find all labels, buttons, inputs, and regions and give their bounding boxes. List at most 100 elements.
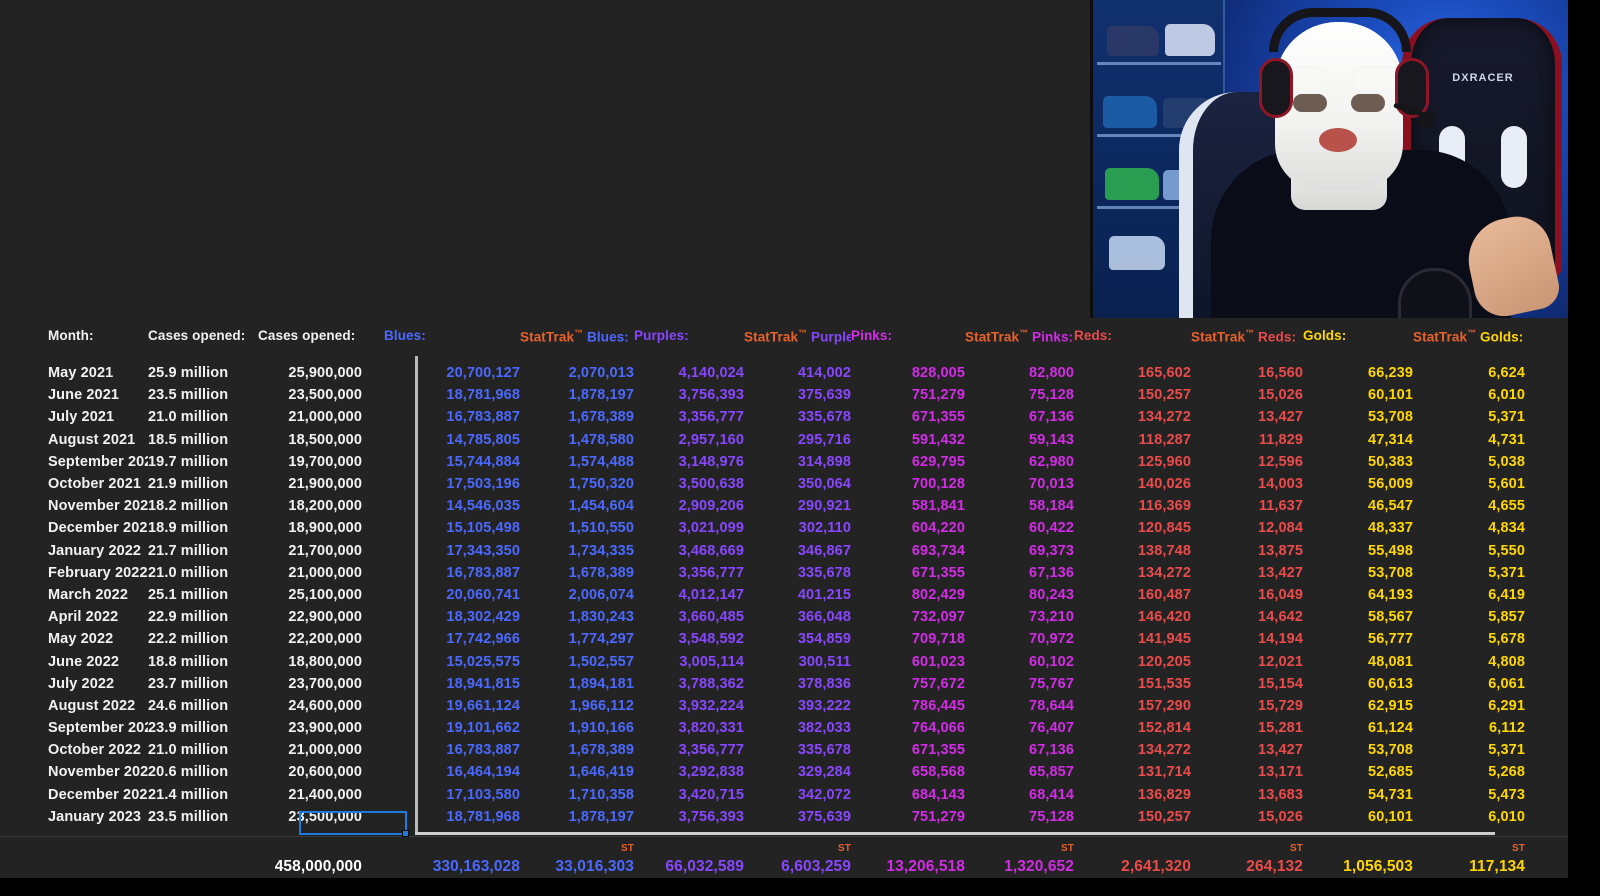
cell-st_purples[interactable]: 378,836 <box>744 676 851 692</box>
cell-st_blues[interactable]: 1,678,389 <box>520 742 634 758</box>
cell-cases_m[interactable]: 22.2 million <box>148 631 258 647</box>
cell-cases_n[interactable]: 23,700,000 <box>258 676 370 692</box>
cell-cases_m[interactable]: 21.0 million <box>148 742 258 758</box>
total-golds[interactable]: 1,056,503 <box>1303 858 1413 876</box>
cell-blues[interactable]: 15,105,498 <box>384 520 520 536</box>
cell-blues[interactable]: 15,744,884 <box>384 454 520 470</box>
cell-st_reds[interactable]: 14,194 <box>1191 631 1303 647</box>
cell-month[interactable]: April 2022 <box>0 609 148 625</box>
cell-golds[interactable]: 66,239 <box>1303 365 1413 381</box>
cell-blues[interactable]: 17,103,580 <box>384 787 520 803</box>
cell-reds[interactable]: 150,257 <box>1074 387 1191 403</box>
cell-st_blues[interactable]: 1,478,580 <box>520 432 634 448</box>
cell-purples[interactable]: 3,500,638 <box>634 476 744 492</box>
cell-reds[interactable]: 131,714 <box>1074 764 1191 780</box>
cell-blues[interactable]: 15,025,575 <box>384 654 520 670</box>
cell-cases_n[interactable]: 20,600,000 <box>258 764 370 780</box>
cell-st_purples[interactable]: 393,222 <box>744 698 851 714</box>
cell-st_golds[interactable]: 4,655 <box>1413 498 1525 514</box>
cell-pinks[interactable]: 671,355 <box>851 565 965 581</box>
cell-golds[interactable]: 47,314 <box>1303 432 1413 448</box>
cell-month[interactable]: October 2022 <box>0 742 148 758</box>
cell-golds[interactable]: 53,708 <box>1303 409 1413 425</box>
cell-st_golds[interactable]: 4,834 <box>1413 520 1525 536</box>
cell-st_pinks[interactable]: 60,102 <box>965 654 1074 670</box>
cell-cases_m[interactable]: 23.5 million <box>148 387 258 403</box>
cell-st_blues[interactable]: 1,574,488 <box>520 454 634 470</box>
cell-st_reds[interactable]: 12,084 <box>1191 520 1303 536</box>
cell-month[interactable]: September 2022 <box>0 720 148 736</box>
cell-month[interactable]: May 2022 <box>0 631 148 647</box>
cell-st_golds[interactable]: 5,550 <box>1413 543 1525 559</box>
cell-st_purples[interactable]: 346,867 <box>744 543 851 559</box>
cell-st_purples[interactable]: 329,284 <box>744 764 851 780</box>
cell-blues[interactable]: 18,781,968 <box>384 387 520 403</box>
cell-purples[interactable]: 3,356,777 <box>634 409 744 425</box>
cell-st_purples[interactable]: 314,898 <box>744 454 851 470</box>
cell-st_golds[interactable]: 6,010 <box>1413 387 1525 403</box>
cell-st_blues[interactable]: 1,878,197 <box>520 387 634 403</box>
cell-reds[interactable]: 120,845 <box>1074 520 1191 536</box>
cell-reds[interactable]: 150,257 <box>1074 809 1191 825</box>
cell-month[interactable]: September 2021 <box>0 454 148 470</box>
cell-month[interactable]: June 2021 <box>0 387 148 403</box>
cell-st_reds[interactable]: 15,026 <box>1191 387 1303 403</box>
cell-cases_m[interactable]: 25.9 million <box>148 365 258 381</box>
cell-blues[interactable]: 16,464,194 <box>384 764 520 780</box>
cell-reds[interactable]: 157,290 <box>1074 698 1191 714</box>
cell-st_pinks[interactable]: 58,184 <box>965 498 1074 514</box>
cell-cases_m[interactable]: 20.6 million <box>148 764 258 780</box>
cell-month[interactable]: July 2022 <box>0 676 148 692</box>
cell-golds[interactable]: 62,915 <box>1303 698 1413 714</box>
cell-purples[interactable]: 2,957,160 <box>634 432 744 448</box>
cell-st_pinks[interactable]: 73,210 <box>965 609 1074 625</box>
cell-st_purples[interactable]: 350,064 <box>744 476 851 492</box>
cell-st_golds[interactable]: 4,731 <box>1413 432 1525 448</box>
cell-cases_n[interactable]: 25,100,000 <box>258 587 370 603</box>
cell-st_reds[interactable]: 15,154 <box>1191 676 1303 692</box>
cell-st_golds[interactable]: 6,112 <box>1413 720 1525 736</box>
cell-reds[interactable]: 120,205 <box>1074 654 1191 670</box>
cell-purples[interactable]: 4,012,147 <box>634 587 744 603</box>
cell-golds[interactable]: 53,708 <box>1303 742 1413 758</box>
cell-golds[interactable]: 64,193 <box>1303 587 1413 603</box>
cell-st_blues[interactable]: 1,678,389 <box>520 409 634 425</box>
cell-purples[interactable]: 3,756,393 <box>634 809 744 825</box>
cell-golds[interactable]: 48,081 <box>1303 654 1413 670</box>
cell-st_blues[interactable]: 2,070,013 <box>520 365 634 381</box>
cell-st_pinks[interactable]: 60,422 <box>965 520 1074 536</box>
cell-st_blues[interactable]: 2,006,074 <box>520 587 634 603</box>
cell-blues[interactable]: 17,742,966 <box>384 631 520 647</box>
cell-golds[interactable]: 48,337 <box>1303 520 1413 536</box>
cell-st_pinks[interactable]: 76,407 <box>965 720 1074 736</box>
cell-purples[interactable]: 3,005,114 <box>634 654 744 670</box>
cell-pinks[interactable]: 751,279 <box>851 387 965 403</box>
cell-purples[interactable]: 3,292,838 <box>634 764 744 780</box>
cell-st_pinks[interactable]: 70,972 <box>965 631 1074 647</box>
cell-cases_n[interactable]: 21,900,000 <box>258 476 370 492</box>
cell-pinks[interactable]: 828,005 <box>851 365 965 381</box>
cell-cases_m[interactable]: 21.0 million <box>148 409 258 425</box>
cell-blues[interactable]: 16,783,887 <box>384 409 520 425</box>
cell-cases_n[interactable]: 23,500,000 <box>258 387 370 403</box>
cell-cases_m[interactable]: 21.9 million <box>148 476 258 492</box>
cell-st_reds[interactable]: 13,427 <box>1191 742 1303 758</box>
cell-pinks[interactable]: 764,066 <box>851 720 965 736</box>
cell-cases_n[interactable]: 18,900,000 <box>258 520 370 536</box>
cell-cases_n[interactable]: 21,000,000 <box>258 409 370 425</box>
cell-cases_m[interactable]: 24.6 million <box>148 698 258 714</box>
cell-pinks[interactable]: 604,220 <box>851 520 965 536</box>
cell-st_pinks[interactable]: 82,800 <box>965 365 1074 381</box>
cell-st_golds[interactable]: 5,678 <box>1413 631 1525 647</box>
cell-golds[interactable]: 56,777 <box>1303 631 1413 647</box>
cell-purples[interactable]: 3,468,669 <box>634 543 744 559</box>
cell-cases_n[interactable]: 21,400,000 <box>258 787 370 803</box>
cell-st_blues[interactable]: 1,966,112 <box>520 698 634 714</box>
cell-reds[interactable]: 118,287 <box>1074 432 1191 448</box>
cell-cases_m[interactable]: 23.5 million <box>148 809 258 825</box>
cell-st_golds[interactable]: 4,808 <box>1413 654 1525 670</box>
cell-pinks[interactable]: 802,429 <box>851 587 965 603</box>
total-blues[interactable]: 330,163,028 <box>384 858 520 876</box>
cell-blues[interactable]: 18,941,815 <box>384 676 520 692</box>
cell-st_purples[interactable]: 295,716 <box>744 432 851 448</box>
